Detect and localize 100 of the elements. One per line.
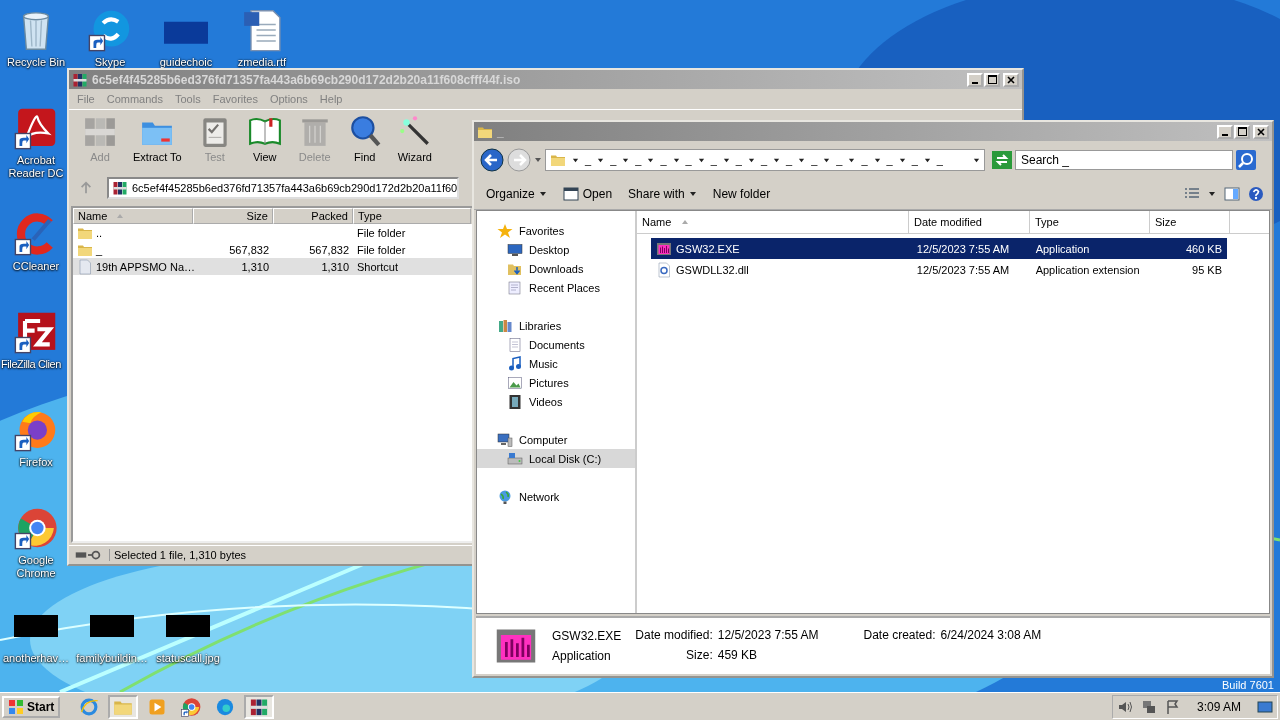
file-row[interactable]: GSW32.EXE 12/5/2023 7:55 AM Application 460 KB	[651, 238, 1227, 259]
caret-icon[interactable]	[1208, 190, 1216, 198]
minimize-button[interactable]	[967, 72, 983, 87]
caret-icon[interactable]	[873, 156, 881, 164]
caret-icon[interactable]	[697, 156, 705, 164]
clock[interactable]: 3:09 AM	[1196, 699, 1241, 714]
toolbar-button[interactable]: View	[241, 114, 288, 170]
breadcrumb-item[interactable]: _	[811, 154, 818, 166]
nav-item[interactable]: Recent Places	[477, 278, 635, 297]
breadcrumb-item[interactable]: _	[886, 154, 893, 166]
search-field[interactable]: Search _	[1015, 150, 1233, 170]
caret-icon[interactable]	[798, 156, 806, 164]
breadcrumb-item[interactable]: _	[936, 154, 943, 166]
command-button[interactable]: Organize	[482, 185, 551, 203]
show-desktop-icon[interactable]	[1257, 698, 1273, 715]
command-button[interactable]: New folder	[708, 185, 775, 203]
caret-icon[interactable]	[572, 156, 579, 164]
column-header[interactable]: Name	[637, 211, 909, 233]
breadcrumb-item[interactable]: _	[635, 154, 642, 166]
start-button[interactable]: Start	[2, 695, 61, 718]
network-icon[interactable]	[1140, 698, 1157, 715]
magic-wand-icon	[397, 114, 432, 148]
breadcrumb-item[interactable]: _	[585, 154, 592, 166]
minimize-button[interactable]	[1217, 124, 1233, 139]
sort-arrow-icon	[116, 212, 125, 220]
column-header[interactable]: Name	[73, 208, 193, 224]
caret-icon[interactable]	[722, 156, 730, 164]
date-modified: 12/5/2023 7:55 AM	[916, 263, 1010, 276]
refresh-button[interactable]	[992, 151, 1012, 169]
file-type: File folder	[357, 226, 406, 239]
disk-drive-icon	[507, 450, 523, 467]
address-bar[interactable]: _ _ _ _ _ _ _ _ _ _ _ _ _ _ _	[545, 149, 985, 171]
file-row[interactable]: GSWDLL32.dll 12/5/2023 7:55 AM Application extension 95 KB	[651, 259, 1227, 280]
command-button[interactable]: Share with	[624, 185, 701, 203]
nav-item[interactable]: Downloads	[477, 259, 635, 278]
monitor-icon	[507, 241, 523, 258]
breadcrumb-item[interactable]: _	[610, 154, 617, 166]
file-type: Application	[552, 649, 612, 663]
maximize-button[interactable]	[984, 72, 1000, 87]
file-row[interactable]: 19th APPSMO Na… 1,310 1,310 Shortcut	[73, 258, 475, 275]
file-type: Shortcut	[357, 260, 398, 273]
command-button[interactable]: Open	[558, 184, 617, 204]
caret-icon[interactable]	[923, 156, 931, 164]
breadcrumb-item[interactable]: _	[836, 154, 843, 166]
breadcrumb-item[interactable]: _	[760, 154, 767, 166]
caret-icon[interactable]	[647, 156, 655, 164]
maximize-button[interactable]	[1234, 124, 1250, 139]
nav-item[interactable]: Local Disk (C:)	[477, 449, 635, 468]
caret-icon[interactable]	[848, 156, 856, 164]
help-icon[interactable]	[1248, 186, 1264, 202]
toolbar-button[interactable]: Wizard	[391, 114, 438, 170]
back-button[interactable]	[480, 148, 504, 172]
caret-icon[interactable]	[597, 156, 605, 164]
breadcrumb-item[interactable]: _	[685, 154, 692, 166]
caret-icon[interactable]	[622, 156, 630, 164]
column-header[interactable]: Size	[193, 208, 273, 224]
file-name: 19th APPSMO Na…	[96, 260, 196, 273]
address-field[interactable]: 6c5ef4f45285b6ed376fd71357fa443a6b69cb290d172d2b20a11f60	[107, 177, 459, 199]
toolbar-button[interactable]: Extract To	[127, 114, 188, 170]
caret-icon[interactable]	[973, 156, 980, 164]
preview-pane-icon[interactable]	[1224, 186, 1240, 202]
nav-item[interactable]: Pictures	[477, 373, 635, 392]
column-header[interactable]: Type	[1030, 211, 1150, 233]
packed-size: 1,310	[321, 260, 349, 273]
search-button[interactable]	[1236, 150, 1256, 170]
breadcrumb-item[interactable]: _	[735, 154, 742, 166]
nav-item[interactable]: Favorites	[477, 221, 635, 240]
nav-item[interactable]: Videos	[477, 392, 635, 411]
caret-icon[interactable]	[773, 156, 780, 164]
icon-label: familybuildin…	[76, 652, 148, 665]
toolbar-button[interactable]: Find	[341, 114, 388, 170]
flag-icon[interactable]	[1164, 698, 1181, 715]
nav-item[interactable]: Computer	[477, 430, 635, 449]
caret-icon[interactable]	[898, 156, 906, 164]
detail-label: Size:	[685, 648, 713, 662]
close-button[interactable]	[1253, 124, 1269, 139]
breadcrumb-item[interactable]: _	[911, 154, 918, 166]
caret-icon[interactable]	[672, 156, 680, 164]
nav-item[interactable]: Desktop	[477, 240, 635, 259]
breadcrumb-item[interactable]: _	[861, 154, 868, 166]
nav-item[interactable]: Libraries	[477, 316, 635, 335]
caret-icon	[538, 190, 547, 198]
nav-item[interactable]: Music	[477, 354, 635, 373]
close-button[interactable]	[1003, 72, 1019, 87]
file-row[interactable]: .. File folder	[73, 224, 475, 241]
column-header[interactable]: Type	[353, 208, 471, 224]
caret-icon[interactable]	[823, 156, 831, 164]
nav-item[interactable]: Network	[477, 487, 635, 506]
breadcrumb-item[interactable]: _	[660, 154, 667, 166]
column-header[interactable]: Size	[1150, 211, 1230, 233]
taskbar-app[interactable]	[244, 694, 275, 719]
breadcrumb-item[interactable]: _	[710, 154, 717, 166]
file-row[interactable]: _ 567,832 567,832 File folder	[73, 241, 475, 258]
column-header[interactable]: Date modified	[909, 211, 1030, 233]
column-header[interactable]: Packed	[273, 208, 353, 224]
network-globe-icon	[497, 488, 513, 505]
breadcrumb-item[interactable]: _	[786, 154, 793, 166]
filezilla-icon	[14, 310, 58, 354]
nav-item[interactable]: Documents	[477, 335, 635, 354]
caret-icon[interactable]	[747, 156, 755, 164]
